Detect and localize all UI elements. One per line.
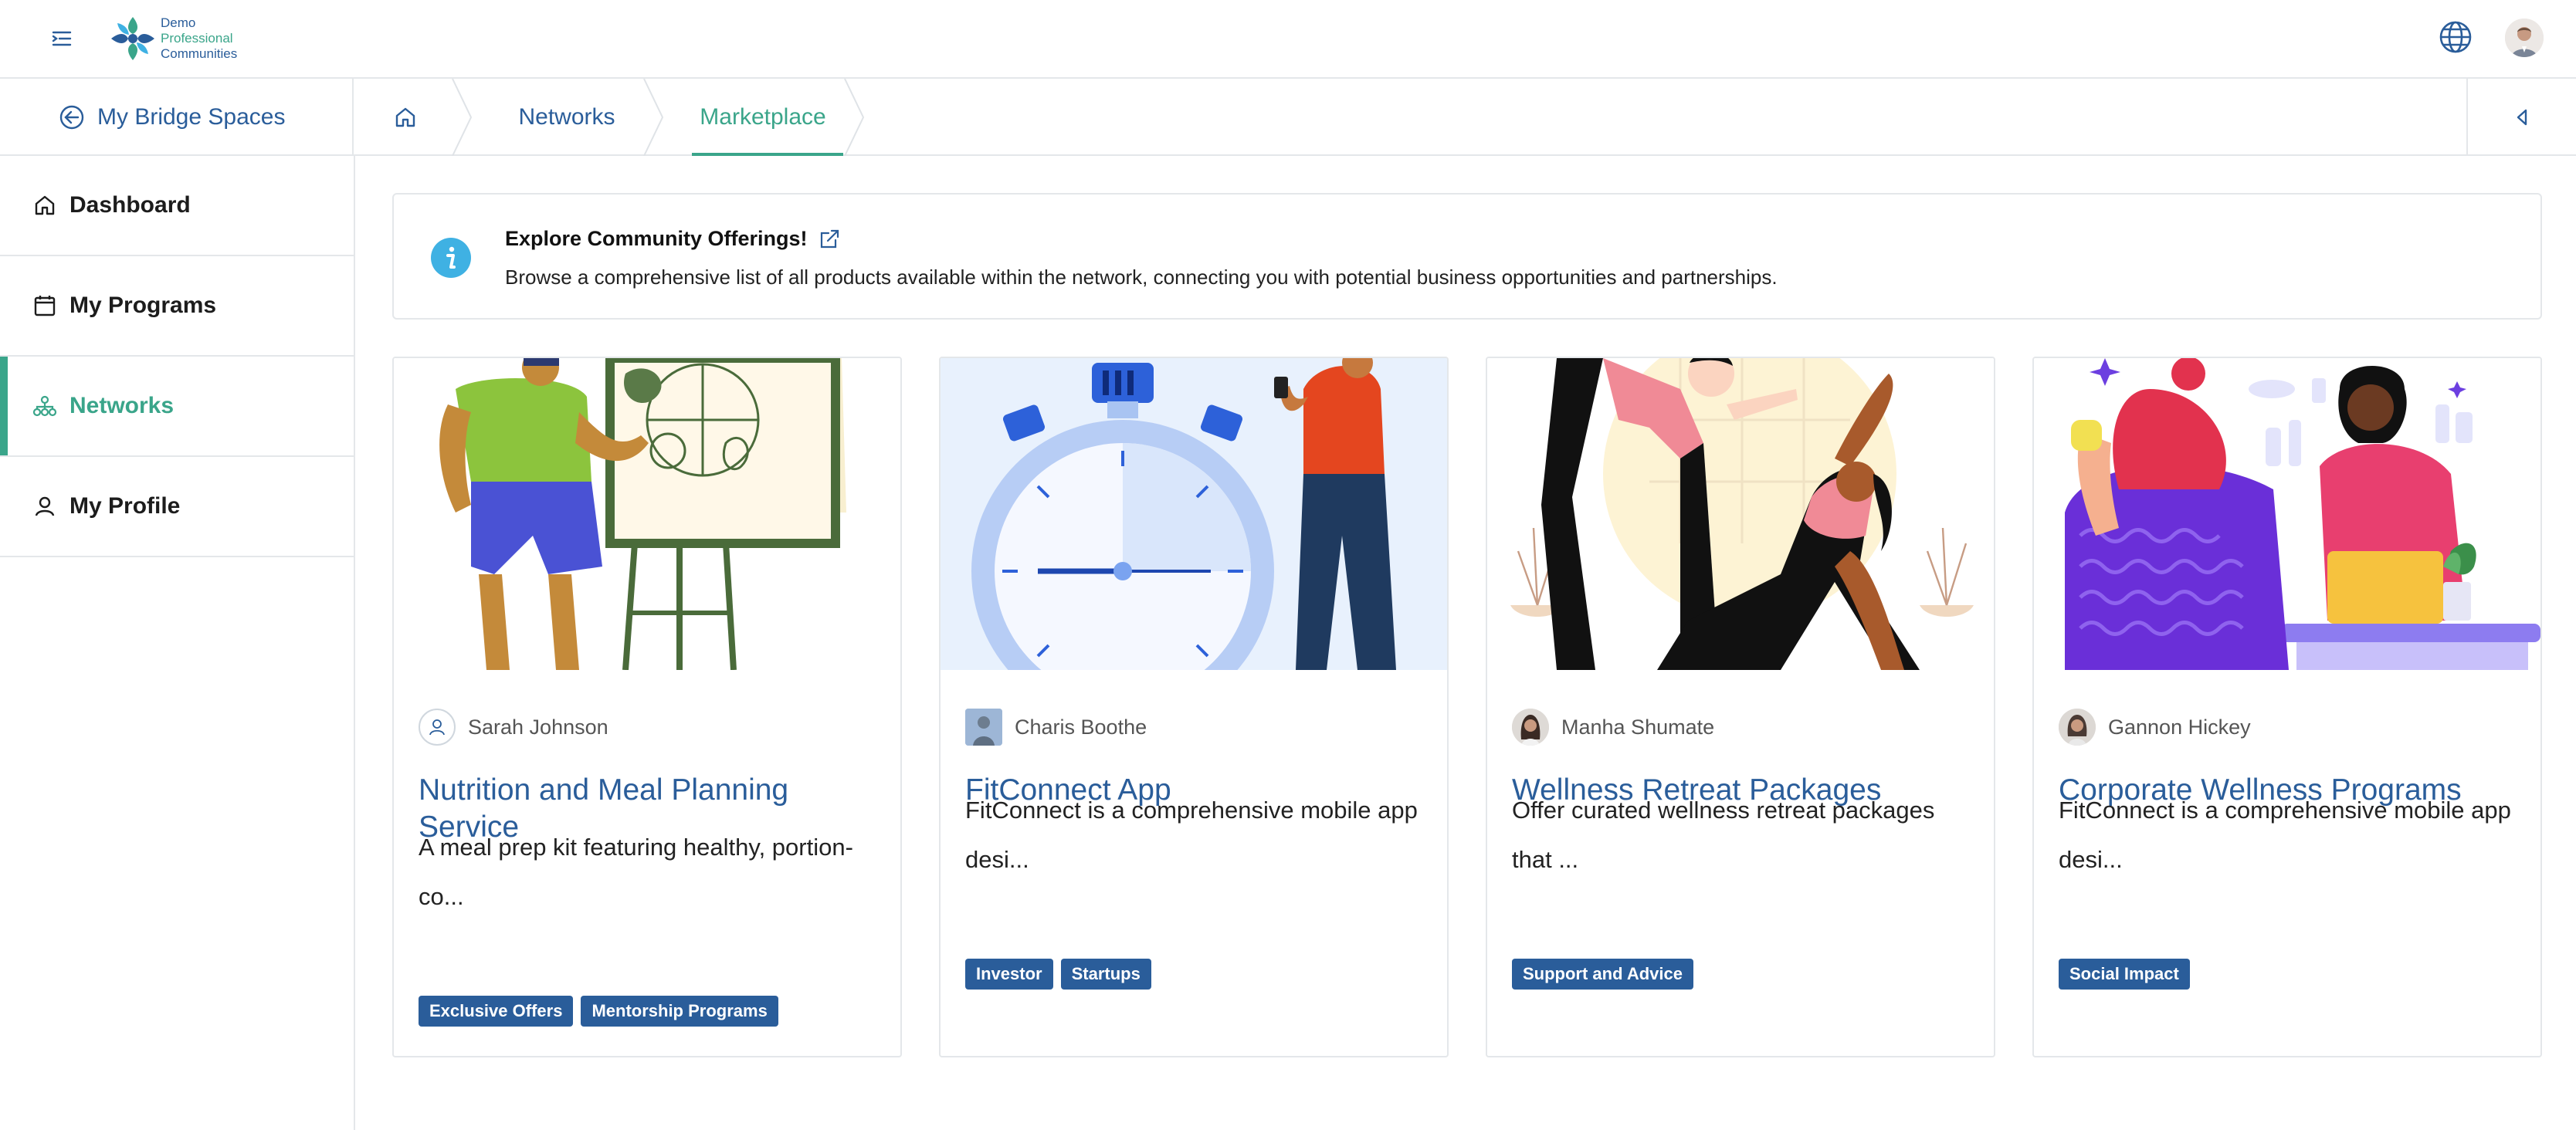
info-icon [431, 238, 471, 278]
crumb-home[interactable] [355, 79, 473, 156]
card-description: Offer curated wellness retreat packages … [1512, 797, 1935, 873]
crumb-separator [643, 79, 664, 156]
info-banner: Explore Community Offerings! Browse a co… [392, 193, 2542, 320]
calendar-icon [34, 296, 56, 316]
crumb-separator [452, 79, 473, 156]
crumb-networks-label: Networks [518, 104, 615, 130]
author-avatar [965, 709, 1002, 746]
banner-title-text: Explore Community Offerings! [505, 227, 808, 250]
card-tags: Social Impact [2059, 959, 2190, 990]
author-avatar [419, 709, 456, 746]
tag-badge: Investor [965, 959, 1053, 990]
sidebar: Dashboard My Programs Networks My Profil… [0, 156, 355, 1130]
product-card[interactable]: Manha Shumate Wellness Retreat Packages … [1486, 357, 1995, 1057]
breadcrumb: Networks Marketplace [355, 79, 865, 156]
sidebar-item-label: Networks [69, 393, 175, 418]
user-icon [35, 496, 55, 516]
banner-title[interactable]: Explore Community Offerings! [505, 227, 840, 251]
sidebar-item-label: My Programs [69, 293, 217, 318]
sidebar-item-label: My Profile [69, 493, 181, 519]
back-to-bridge-spaces[interactable]: My Bridge Spaces [0, 79, 354, 156]
logo-mark-icon [111, 17, 154, 60]
banner-description: Browse a comprehensive list of all produ… [505, 266, 1778, 289]
card-author: Charis Boothe [965, 709, 1147, 746]
collapse-panel-button[interactable] [2466, 79, 2576, 156]
card-illustration-corporate-wellness [2034, 358, 2540, 670]
breadcrumb-bar: My Bridge Spaces Networks Marketplace [0, 79, 2576, 156]
home-icon [35, 195, 55, 215]
crumb-marketplace[interactable]: Marketplace [663, 79, 865, 156]
card-author: Manha Shumate [1512, 709, 1714, 746]
crumb-marketplace-label: Marketplace [700, 104, 826, 130]
user-avatar[interactable] [2505, 19, 2544, 57]
logo-text: Demo Professional Communities [161, 15, 237, 62]
product-card[interactable]: Gannon Hickey Corporate Wellness Program… [2032, 357, 2542, 1057]
product-card[interactable]: Sarah Johnson Nutrition and Meal Plannin… [392, 357, 902, 1057]
tag-badge: Exclusive Offers [419, 996, 574, 1027]
author-avatar [1512, 709, 1549, 746]
card-illustration-wellness-retreat [1487, 358, 1994, 670]
card-tags: Investor Startups [965, 959, 1151, 990]
caret-left-icon [2517, 109, 2527, 126]
tag-badge: Social Impact [2059, 959, 2190, 990]
author-avatar [2059, 709, 2096, 746]
back-link-label: My Bridge Spaces [97, 104, 286, 130]
author-name: Sarah Johnson [468, 715, 608, 739]
tag-badge: Support and Advice [1512, 959, 1693, 990]
tag-badge: Mentorship Programs [581, 996, 778, 1027]
menu-toggle-icon[interactable] [46, 23, 77, 54]
sidebar-item-dashboard[interactable]: Dashboard [0, 156, 354, 256]
app-logo[interactable]: Demo Professional Communities [107, 12, 246, 65]
logo-line-1: Demo [161, 15, 196, 30]
logo-line-3: Communities [161, 46, 238, 61]
card-tags: Support and Advice [1512, 959, 1693, 990]
card-description: A meal prep kit featuring healthy, porti… [419, 834, 853, 910]
sidebar-item-label: Dashboard [69, 192, 191, 218]
author-name: Charis Boothe [1015, 715, 1147, 739]
card-illustration-fitconnect [941, 358, 1447, 670]
author-name: Manha Shumate [1561, 715, 1715, 739]
card-author: Gannon Hickey [2059, 709, 2251, 746]
arrow-left-circle-icon [59, 105, 84, 130]
external-link-icon[interactable] [819, 228, 840, 250]
network-icon [32, 395, 57, 417]
sidebar-item-my-programs[interactable]: My Programs [0, 256, 354, 357]
user-icon [429, 719, 445, 736]
globe-icon[interactable] [2437, 19, 2474, 56]
product-card[interactable]: Charis Boothe FitConnect App FitConnect … [939, 357, 1449, 1057]
logo-line-2: Professional [161, 31, 233, 46]
card-description: FitConnect is a comprehensive mobile app… [2059, 797, 2511, 873]
author-name: Gannon Hickey [2108, 715, 2251, 739]
card-illustration-nutrition [394, 358, 900, 670]
card-author: Sarah Johnson [419, 709, 608, 746]
card-tags: Exclusive Offers Mentorship Programs [419, 996, 778, 1027]
card-description: FitConnect is a comprehensive mobile app… [965, 797, 1418, 873]
crumb-separator [844, 79, 865, 156]
active-crumb-underline [692, 153, 843, 156]
crumb-networks[interactable]: Networks [471, 79, 664, 156]
sidebar-item-my-profile[interactable]: My Profile [0, 457, 354, 557]
top-header: Demo Professional Communities [0, 0, 2576, 79]
home-icon [395, 107, 415, 127]
tag-badge: Startups [1060, 959, 1151, 990]
sidebar-item-networks[interactable]: Networks [0, 357, 354, 457]
